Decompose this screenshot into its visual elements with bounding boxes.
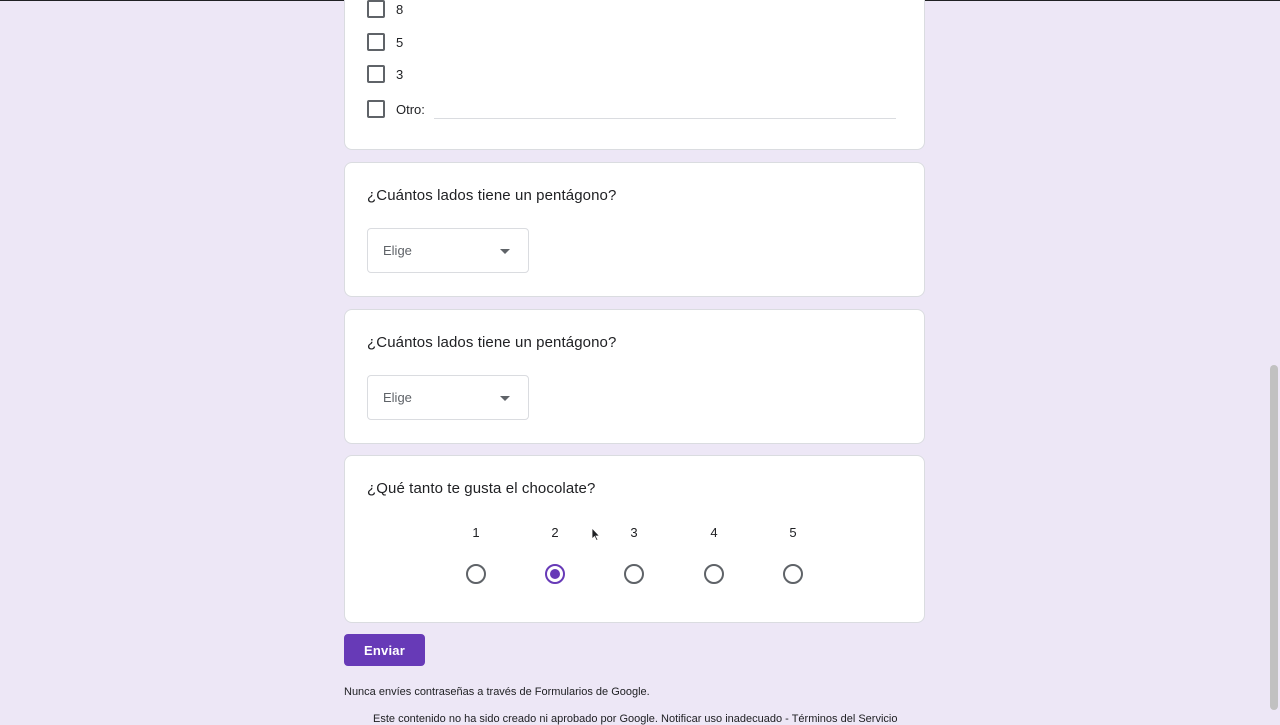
scale-label: 1: [472, 525, 480, 540]
checkbox-question-card: 8 5 3 Otro:: [344, 0, 925, 150]
scale-radio-4[interactable]: [704, 564, 724, 584]
checkbox-option[interactable]: 5: [367, 32, 403, 52]
mouse-cursor-icon: [591, 527, 601, 541]
dropdown-placeholder: Elige: [383, 390, 412, 405]
checkbox-option[interactable]: 3: [367, 64, 403, 84]
answer-dropdown[interactable]: Elige: [367, 375, 529, 420]
submit-button[interactable]: Enviar: [344, 634, 425, 666]
scale-radio-3[interactable]: [624, 564, 644, 584]
scale-radio-5[interactable]: [783, 564, 803, 584]
scale-label: 5: [789, 525, 797, 540]
other-text-input[interactable]: [434, 118, 896, 119]
scale-radio-1[interactable]: [466, 564, 486, 584]
other-option-label: Otro:: [396, 101, 425, 117]
checkbox-option-label: 3: [396, 66, 404, 82]
question-title: ¿Qué tanto te gusta el chocolate?: [367, 480, 596, 497]
scale-label: 2: [551, 525, 559, 540]
dropdown-placeholder: Elige: [383, 243, 412, 258]
question-title: ¿Cuántos lados tiene un pentágono?: [367, 334, 617, 351]
footer-disclaimer: Este contenido no ha sido creado ni apro…: [373, 713, 898, 725]
checkbox[interactable]: [367, 0, 385, 18]
checkbox-option-label: 5: [396, 34, 404, 50]
scrollbar-thumb[interactable]: [1270, 365, 1278, 710]
checkbox-option-label: 8: [396, 1, 404, 17]
password-warning: Nunca envíes contraseñas a través de For…: [344, 686, 650, 698]
scale-radio-2[interactable]: [545, 564, 565, 584]
scale-question-card: ¿Qué tanto te gusta el chocolate? 1 2 3 …: [344, 455, 925, 623]
dropdown-arrow-icon: [500, 396, 510, 401]
question-title: ¿Cuántos lados tiene un pentágono?: [367, 187, 617, 204]
checkbox-option[interactable]: 8: [367, 0, 403, 19]
scale-label: 4: [710, 525, 718, 540]
dropdown-question-card: ¿Cuántos lados tiene un pentágono? Elige: [344, 309, 925, 444]
answer-dropdown[interactable]: Elige: [367, 228, 529, 273]
checkbox-option-other[interactable]: Otro:: [367, 99, 425, 119]
scale-label: 3: [630, 525, 638, 540]
checkbox[interactable]: [367, 100, 385, 118]
checkbox[interactable]: [367, 65, 385, 83]
dropdown-question-card: ¿Cuántos lados tiene un pentágono? Elige: [344, 162, 925, 297]
checkbox[interactable]: [367, 33, 385, 51]
dropdown-arrow-icon: [500, 249, 510, 254]
